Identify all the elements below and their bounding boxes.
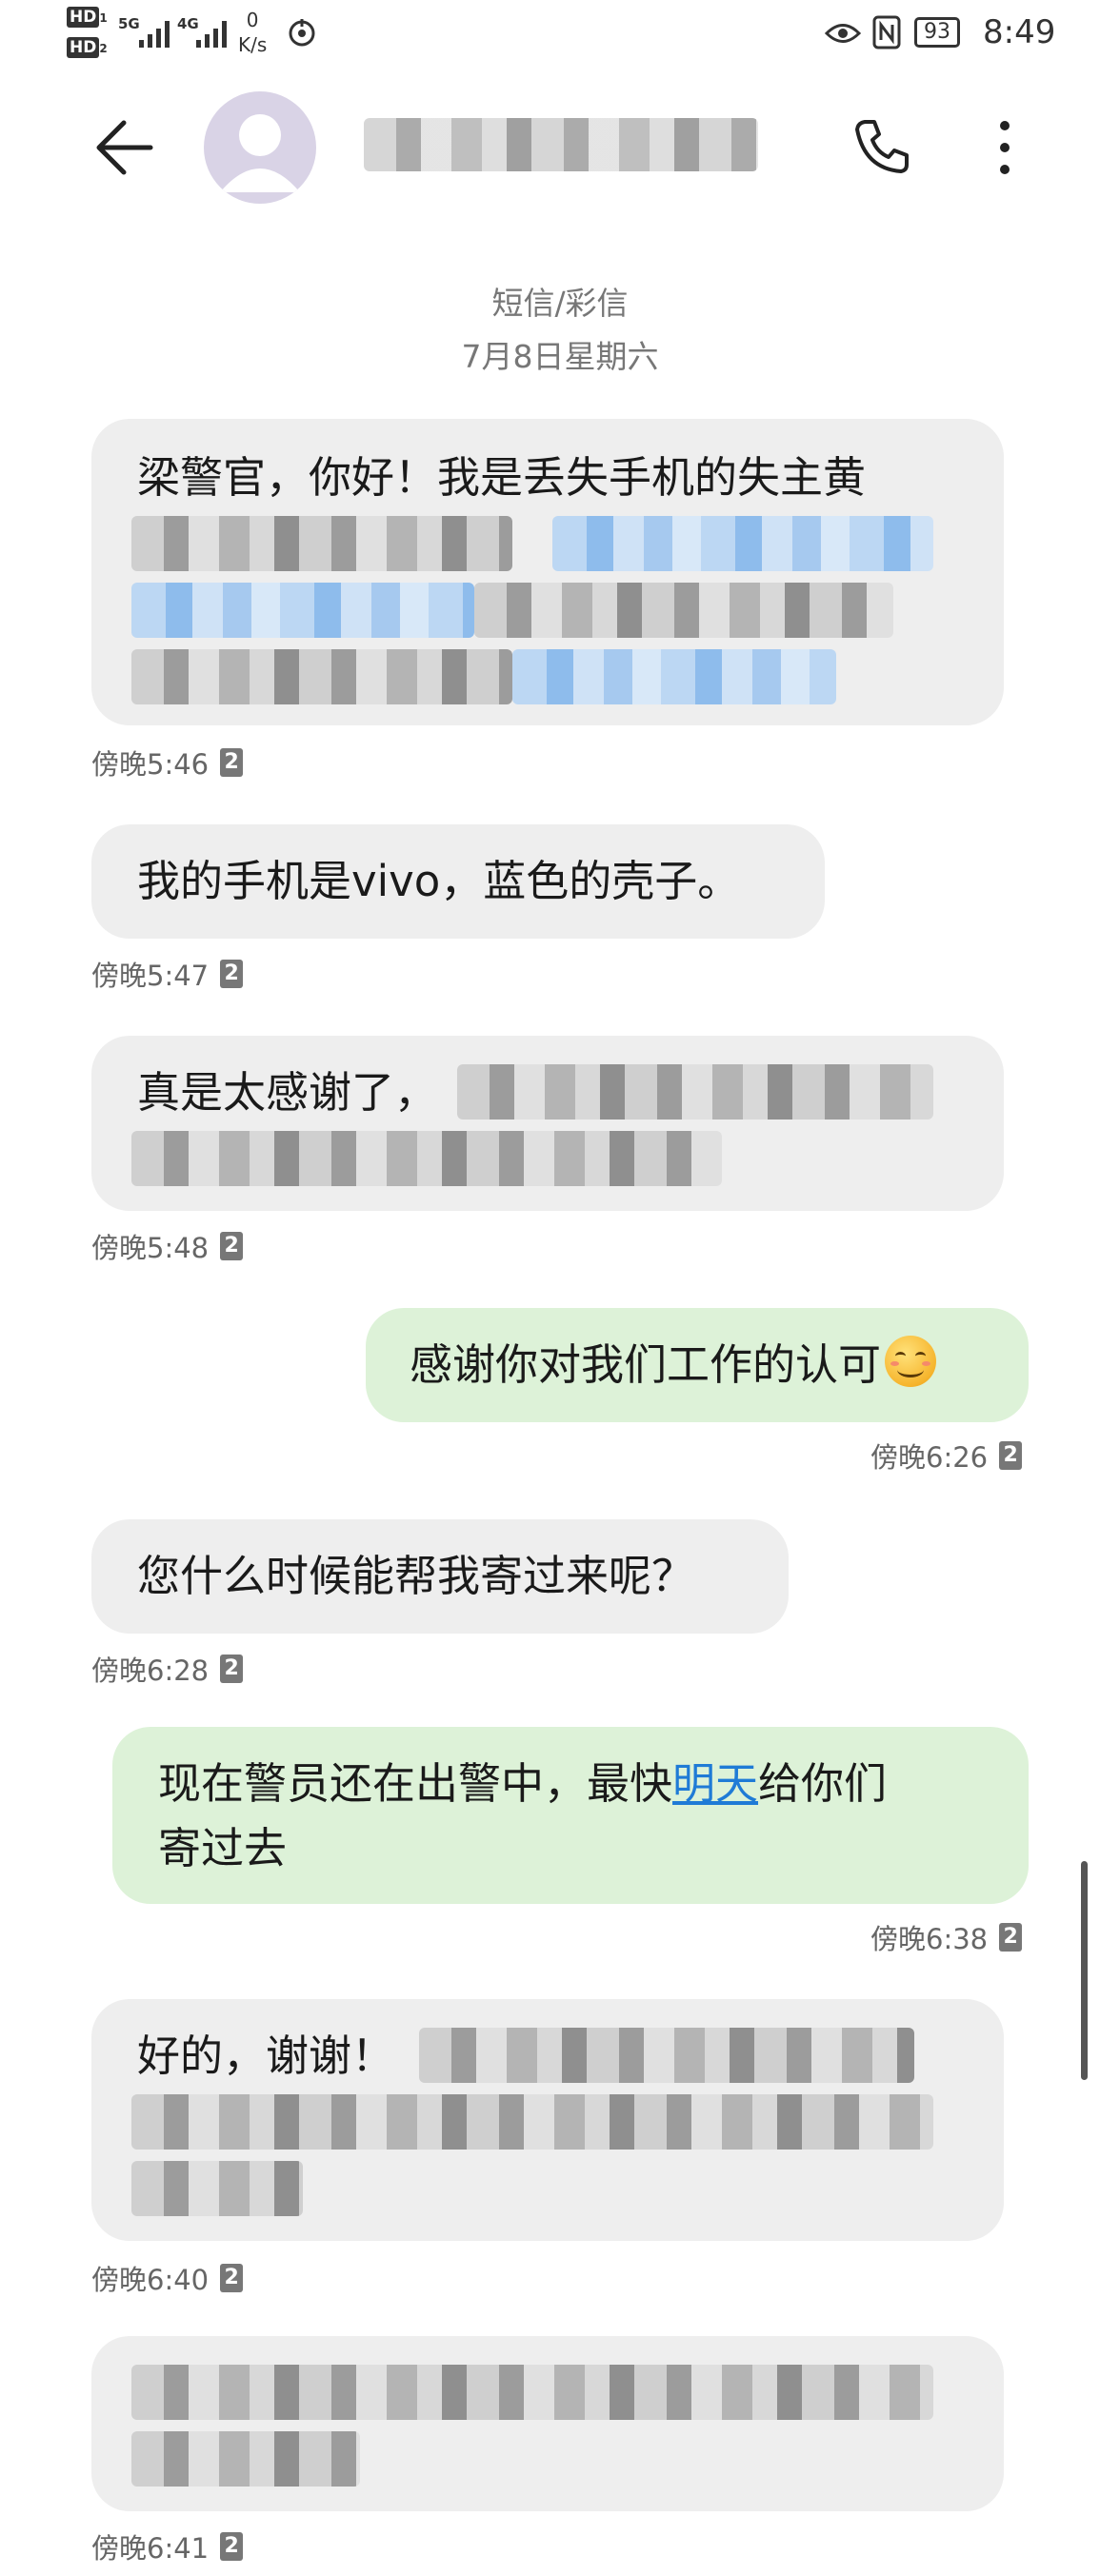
message-time: 傍晚6:40: [91, 2264, 210, 2296]
redacted-text: [131, 2094, 933, 2150]
redacted-text: [131, 2161, 303, 2216]
message-text: 好的，谢谢！: [137, 2031, 395, 2081]
redacted-text: [131, 649, 512, 704]
avatar[interactable]: [204, 91, 316, 204]
sim-2-icon: 2: [220, 2264, 244, 2292]
more-vertical-icon[interactable]: [990, 116, 1019, 183]
sim-2-icon: 2: [999, 1923, 1023, 1952]
sim-2-icon: 2: [220, 960, 244, 988]
redacted-link: [131, 583, 474, 638]
network-speed: 0 K/s: [238, 9, 268, 56]
signal-strength-icon: [139, 19, 170, 48]
sim-2-icon: 2: [220, 1232, 244, 1260]
thread-type-label: 短信/彩信: [491, 285, 629, 322]
message-text-row: 感谢你对我们工作的认可: [410, 1333, 937, 1397]
sim-2-icon: 2: [999, 1441, 1023, 1470]
thread-date: 7月8日星期六: [461, 338, 659, 375]
message-bubble-outgoing[interactable]: 感谢你对我们工作的认可: [366, 1308, 1029, 1422]
clock: 8:49: [983, 13, 1056, 51]
message-time: 傍晚6:28: [91, 1655, 210, 1687]
message-bubble-incoming[interactable]: 梁警官，你好！我是丢失手机的失主黄: [91, 419, 1004, 725]
signal-strength-2-icon: [196, 19, 227, 48]
status-bar: HD 1 HD 2 5G 4G 0 K/s 93 8:49: [0, 0, 1120, 67]
sim-2-icon: 2: [220, 2532, 244, 2561]
message-time: 傍晚6:41: [91, 2532, 210, 2565]
message-meta: 傍晚5:46 2: [91, 743, 244, 783]
back-arrow-icon[interactable]: [91, 114, 158, 181]
date-link[interactable]: 明天: [672, 1758, 758, 1809]
eye-comfort-icon: [824, 21, 862, 50]
message-time: 傍晚5:47: [91, 960, 210, 992]
avatar-person-icon: [220, 114, 300, 192]
redacted-text: [474, 583, 893, 638]
message-meta: 傍晚5:47 2: [91, 954, 244, 994]
redacted-text: [457, 1064, 933, 1120]
message-meta: 傍晚6:40 2: [91, 2258, 244, 2298]
scrollbar[interactable]: [1081, 1861, 1088, 2080]
redacted-text: [131, 2365, 933, 2420]
redacted-link: [512, 649, 836, 704]
redacted-text: [131, 516, 512, 571]
smiling-face-emoji-icon: [885, 1336, 937, 1387]
message-text: 感谢你对我们工作的认可: [410, 1339, 882, 1390]
message-bubble-outgoing[interactable]: 现在警员还在出警中，最快明天给你们 寄过去: [112, 1727, 1029, 1904]
message-meta: 傍晚6:26 2: [870, 1436, 1023, 1476]
message-bubble-incoming[interactable]: 好的，谢谢！: [91, 1999, 1004, 2241]
network-type-1: 5G: [118, 15, 140, 32]
message-text: 梁警官，你好！我是丢失手机的失主黄: [137, 452, 867, 503]
hd-badge-1: HD 1: [67, 7, 108, 28]
redacted-text: [131, 1131, 722, 1186]
message-text: 您什么时候能帮我寄过来呢？: [137, 1551, 695, 1601]
redacted-text: [419, 2028, 914, 2083]
message-meta: 傍晚6:38 2: [870, 1917, 1023, 1957]
message-text: 真是太感谢了，: [137, 1067, 438, 1118]
redacted-link: [552, 516, 933, 571]
message-bubble-incoming[interactable]: [91, 2336, 1004, 2511]
phone-icon[interactable]: [851, 116, 918, 183]
message-bubble-incoming[interactable]: 我的手机是vivo，蓝色的壳子。: [91, 824, 825, 939]
message-time: 傍晚6:26: [870, 1441, 989, 1474]
message-time: 傍晚6:38: [870, 1923, 989, 1955]
message-bubble-incoming[interactable]: 真是太感谢了，: [91, 1036, 1004, 1211]
sim-2-icon: 2: [220, 1655, 244, 1683]
hd-badge-2: HD 2: [67, 37, 108, 58]
message-bubble-incoming[interactable]: 您什么时候能帮我寄过来呢？: [91, 1519, 789, 1634]
sync-icon: [286, 17, 318, 53]
message-meta: 傍晚6:28 2: [91, 1649, 244, 1689]
message-text: 我的手机是vivo，蓝色的壳子。: [137, 856, 741, 906]
contact-name-redacted: [364, 118, 758, 171]
message-meta: 傍晚5:48 2: [91, 1226, 244, 1266]
message-meta: 傍晚6:41 2: [91, 2526, 244, 2566]
message-time: 傍晚5:46: [91, 748, 210, 781]
nfc-icon: [872, 15, 901, 53]
redacted-text: [131, 2431, 360, 2487]
sim-2-icon: 2: [220, 748, 244, 777]
battery-icon: 93: [914, 17, 960, 48]
message-text-line-2: 寄过去: [158, 1823, 288, 1873]
message-text-line-1: 现在警员还在出警中，最快明天给你们: [158, 1758, 888, 1809]
message-time: 傍晚5:48: [91, 1232, 210, 1264]
